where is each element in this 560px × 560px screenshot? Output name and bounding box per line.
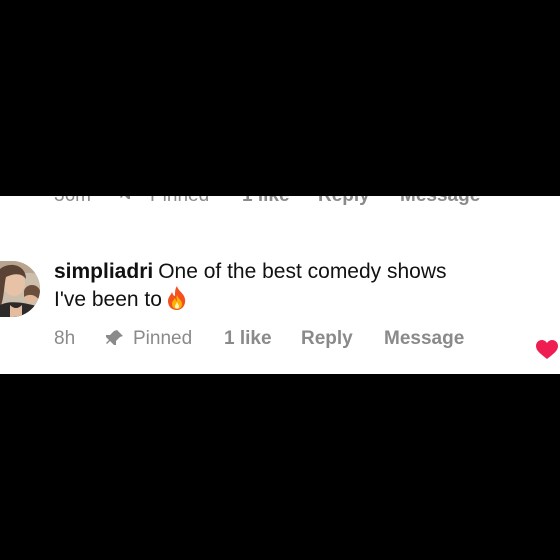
- comments-panel: 36m Pinned 1 like Reply Message simpliad…: [0, 196, 560, 374]
- comment-item: simpliadri One of the best comedy shows I…: [0, 256, 560, 366]
- pin-icon: [120, 196, 130, 199]
- previous-comment-pinned: Pinned: [150, 196, 209, 207]
- comment-time: 8h: [54, 328, 76, 349]
- letterbox-top: [0, 0, 560, 196]
- comment-actions: 8h Pinned 1 like Reply Message: [54, 326, 514, 352]
- fire-icon: [167, 286, 186, 310]
- letterbox-bottom: [0, 374, 560, 560]
- comment-username[interactable]: simpliadri: [54, 260, 153, 283]
- likes-count[interactable]: 1 like: [224, 326, 272, 352]
- avatar[interactable]: [0, 261, 40, 317]
- pin-icon: [106, 330, 123, 345]
- previous-comment-actions: 36m Pinned 1 like Reply Message: [0, 196, 560, 211]
- heart-icon[interactable]: [536, 340, 558, 360]
- message-button[interactable]: Message: [384, 326, 464, 352]
- comment-body: simpliadri One of the best comedy shows I…: [54, 258, 474, 314]
- previous-comment-reply-button[interactable]: Reply: [318, 196, 370, 207]
- previous-comment-time: 36m: [54, 196, 91, 207]
- previous-comment-message-button[interactable]: Message: [400, 196, 480, 207]
- pinned-label: Pinned: [133, 328, 193, 349]
- reply-button[interactable]: Reply: [301, 326, 353, 352]
- previous-comment-likes[interactable]: 1 like: [242, 196, 290, 207]
